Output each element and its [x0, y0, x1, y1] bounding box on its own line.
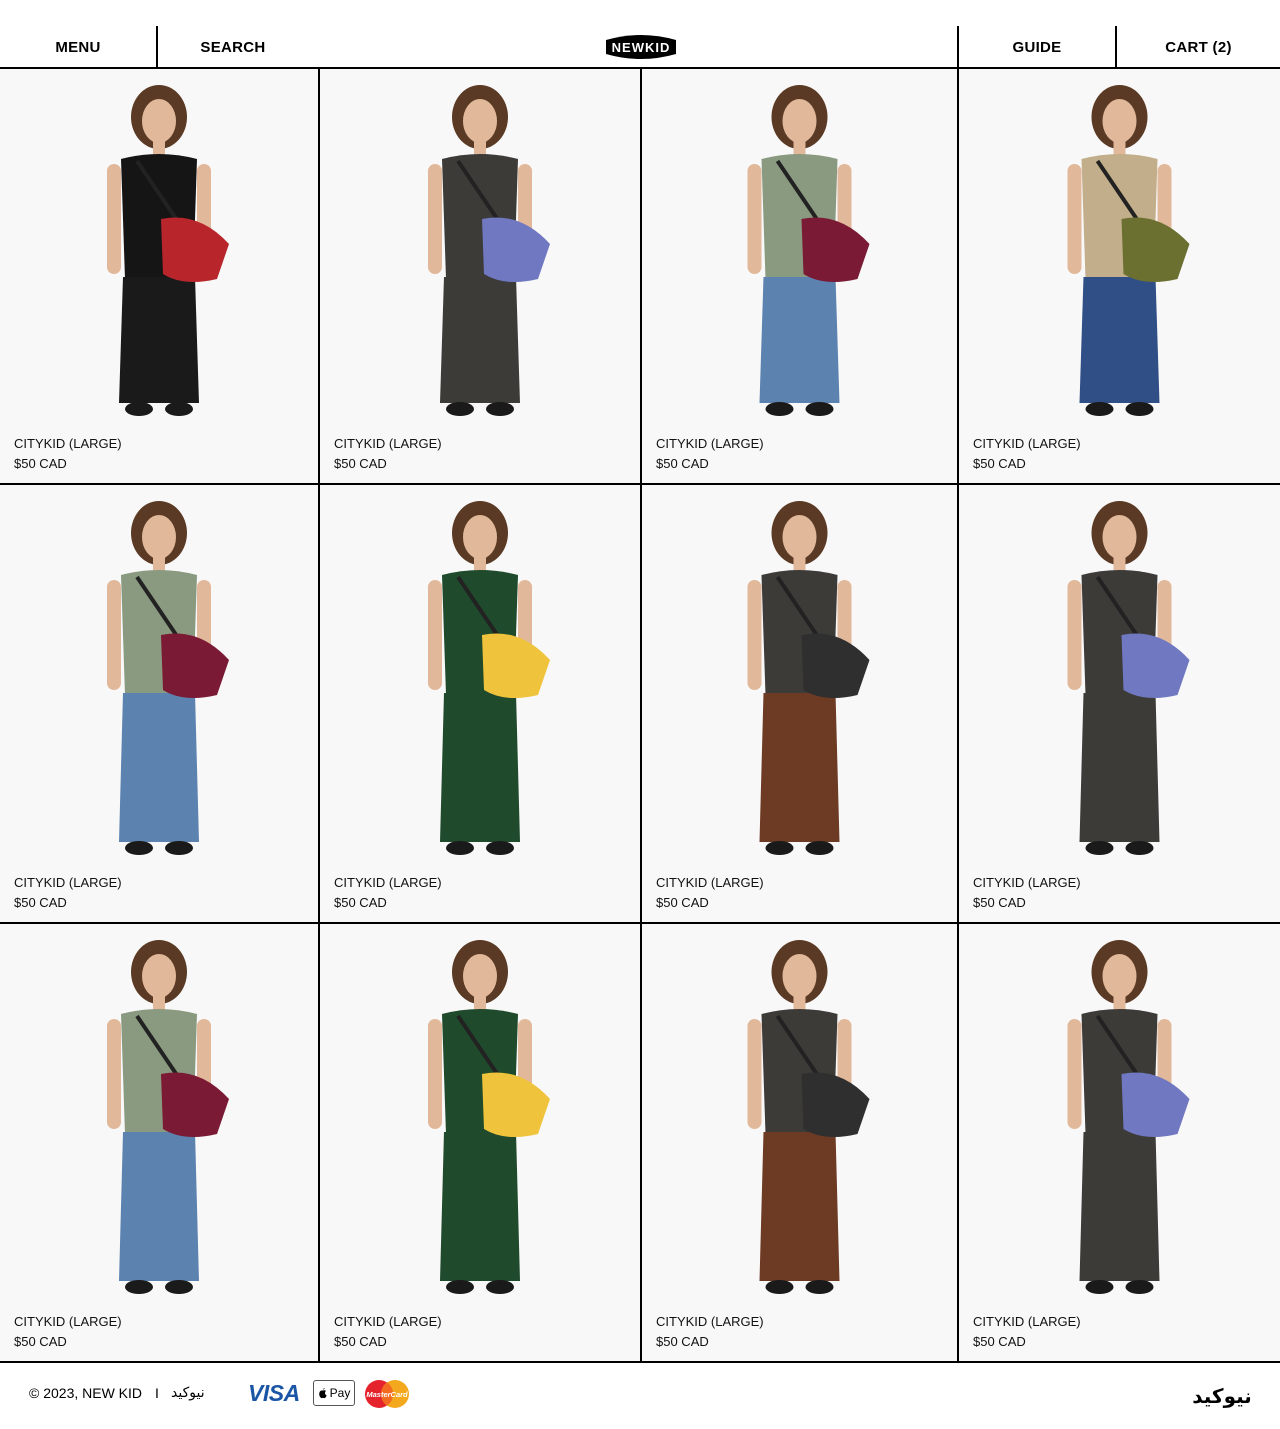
product-price: $50 CAD: [334, 456, 387, 471]
product-name[interactable]: CITYKID (LARGE): [334, 1312, 442, 1332]
copyright-text: © 2023, NEW KID: [29, 1385, 143, 1401]
product-price: $50 CAD: [656, 456, 709, 471]
product-caption[interactable]: CITYKID (LARGE) $50 CAD: [334, 434, 442, 474]
apple-pay-label: Pay: [329, 1386, 351, 1400]
product-card[interactable]: CITYKID (LARGE) $50 CAD: [0, 924, 318, 1361]
product-name[interactable]: CITYKID (LARGE): [656, 434, 764, 454]
grid-divider: [0, 922, 1280, 924]
product-price: $50 CAD: [656, 895, 709, 910]
product-image[interactable]: [0, 69, 318, 483]
product-image[interactable]: [320, 485, 640, 922]
product-price: $50 CAD: [973, 895, 1026, 910]
apple-pay-icon: Pay: [313, 1380, 355, 1406]
product-caption[interactable]: CITYKID (LARGE) $50 CAD: [973, 873, 1081, 913]
product-caption[interactable]: CITYKID (LARGE) $50 CAD: [334, 1312, 442, 1352]
site-footer: © 2023, NEW KID I نيوكيد VISA Pay Master…: [0, 1363, 1280, 1429]
product-image[interactable]: [0, 485, 318, 922]
product-image[interactable]: [959, 69, 1280, 483]
product-image[interactable]: [642, 69, 957, 483]
product-caption[interactable]: CITYKID (LARGE) $50 CAD: [14, 434, 122, 474]
product-caption[interactable]: CITYKID (LARGE) $50 CAD: [973, 1312, 1081, 1352]
product-name[interactable]: CITYKID (LARGE): [973, 873, 1081, 893]
product-name[interactable]: CITYKID (LARGE): [334, 434, 442, 454]
product-price: $50 CAD: [14, 895, 67, 910]
svg-text:MasterCard: MasterCard: [366, 1390, 408, 1399]
product-image[interactable]: [0, 924, 318, 1361]
product-name[interactable]: CITYKID (LARGE): [973, 1312, 1081, 1332]
product-card[interactable]: CITYKID (LARGE) $50 CAD: [642, 69, 957, 483]
product-card[interactable]: CITYKID (LARGE) $50 CAD: [320, 924, 640, 1361]
menu-button[interactable]: MENU: [0, 26, 158, 68]
svg-text:NEWKID: NEWKID: [612, 40, 671, 55]
product-image[interactable]: [959, 485, 1280, 922]
product-caption[interactable]: CITYKID (LARGE) $50 CAD: [14, 1312, 122, 1352]
product-name[interactable]: CITYKID (LARGE): [14, 1312, 122, 1332]
product-price: $50 CAD: [334, 895, 387, 910]
product-caption[interactable]: CITYKID (LARGE) $50 CAD: [656, 1312, 764, 1352]
arabic-brand-name: نيوكيد: [171, 1385, 205, 1401]
product-card[interactable]: CITYKID (LARGE) $50 CAD: [959, 69, 1280, 483]
mastercard-icon: MasterCard: [365, 1380, 409, 1408]
cart-button[interactable]: CART (2): [1117, 26, 1280, 68]
svg-text:نيوكيد: نيوكيد: [1192, 1384, 1252, 1408]
product-caption[interactable]: CITYKID (LARGE) $50 CAD: [334, 873, 442, 913]
footer-separator: I: [155, 1385, 159, 1401]
product-name[interactable]: CITYKID (LARGE): [973, 434, 1081, 454]
product-image[interactable]: [959, 924, 1280, 1361]
product-image[interactable]: [642, 924, 957, 1361]
product-name[interactable]: CITYKID (LARGE): [334, 873, 442, 893]
product-image[interactable]: [642, 485, 957, 922]
product-price: $50 CAD: [334, 1334, 387, 1349]
product-card[interactable]: CITYKID (LARGE) $50 CAD: [0, 69, 318, 483]
product-card[interactable]: CITYKID (LARGE) $50 CAD: [320, 69, 640, 483]
grid-divider: [318, 69, 320, 1363]
product-price: $50 CAD: [14, 456, 67, 471]
product-card[interactable]: CITYKID (LARGE) $50 CAD: [0, 485, 318, 922]
guide-button[interactable]: GUIDE: [957, 26, 1117, 68]
product-card[interactable]: CITYKID (LARGE) $50 CAD: [642, 485, 957, 922]
newkid-logo[interactable]: NEWKID: [604, 32, 678, 62]
product-card[interactable]: CITYKID (LARGE) $50 CAD: [959, 924, 1280, 1361]
product-name[interactable]: CITYKID (LARGE): [656, 873, 764, 893]
product-caption[interactable]: CITYKID (LARGE) $50 CAD: [973, 434, 1081, 474]
product-price: $50 CAD: [14, 1334, 67, 1349]
product-card[interactable]: CITYKID (LARGE) $50 CAD: [642, 924, 957, 1361]
product-image[interactable]: [320, 69, 640, 483]
search-button[interactable]: SEARCH: [158, 26, 308, 68]
visa-icon: VISA: [248, 1380, 300, 1406]
grid-divider: [640, 69, 642, 1363]
product-caption[interactable]: CITYKID (LARGE) $50 CAD: [14, 873, 122, 913]
grid-divider: [957, 69, 959, 1363]
product-name[interactable]: CITYKID (LARGE): [14, 434, 122, 454]
site-header: MENU SEARCH NEWKID GUIDE CART (2): [0, 0, 1280, 69]
product-card[interactable]: CITYKID (LARGE) $50 CAD: [320, 485, 640, 922]
product-name[interactable]: CITYKID (LARGE): [14, 873, 122, 893]
product-card[interactable]: CITYKID (LARGE) $50 CAD: [959, 485, 1280, 922]
product-name[interactable]: CITYKID (LARGE): [656, 1312, 764, 1332]
grid-divider: [0, 483, 1280, 485]
product-image[interactable]: [320, 924, 640, 1361]
footer-arabic-logo[interactable]: نيوكيد: [1183, 1379, 1261, 1413]
product-caption[interactable]: CITYKID (LARGE) $50 CAD: [656, 873, 764, 913]
product-price: $50 CAD: [973, 456, 1026, 471]
product-caption[interactable]: CITYKID (LARGE) $50 CAD: [656, 434, 764, 474]
product-price: $50 CAD: [656, 1334, 709, 1349]
product-price: $50 CAD: [973, 1334, 1026, 1349]
